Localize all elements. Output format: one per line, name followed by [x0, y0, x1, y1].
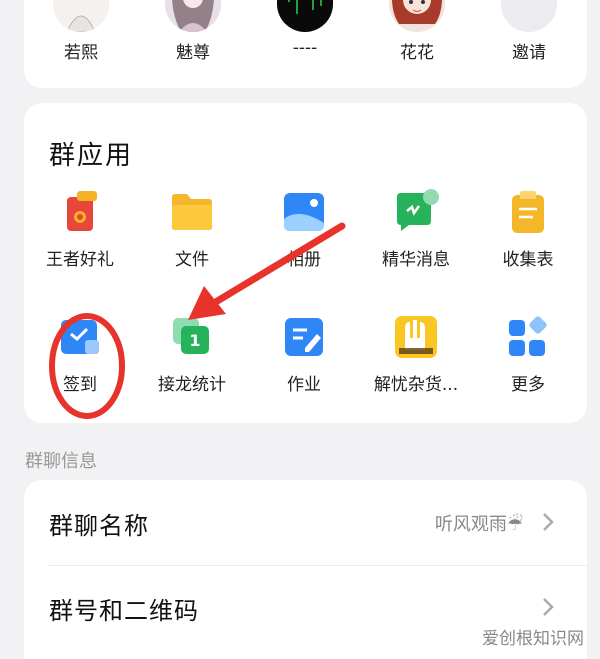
app-more[interactable]: 更多	[473, 314, 583, 414]
grocery-icon	[393, 314, 439, 360]
gift-icon	[57, 189, 103, 235]
member-item[interactable]: ----	[255, 0, 355, 68]
group-name-label: 群聊名称	[49, 512, 149, 540]
invite-button[interactable]: 邀请	[479, 0, 579, 68]
more-apps-icon	[505, 314, 551, 360]
app-label: 精华消息	[382, 250, 450, 270]
invite-label: 邀请	[512, 43, 546, 63]
group-apps-title: 群应用	[49, 141, 134, 171]
group-apps-card: 群应用 王者好礼 文件 相册 精华消息 收集表 签到 1 接龙统计 作业 解忧杂…	[24, 103, 587, 423]
group-name-row[interactable]: 群聊名称 听风观雨☔	[24, 480, 587, 565]
app-relay-count[interactable]: 1 接龙统计	[137, 314, 247, 414]
app-label: 更多	[511, 375, 545, 395]
clipboard-icon	[505, 189, 551, 235]
member-name: 花花	[400, 43, 434, 63]
photo-album-icon	[281, 189, 327, 235]
group-info-section-label: 群聊信息	[25, 451, 97, 472]
plus-icon	[501, 0, 557, 32]
chevron-right-icon	[543, 513, 554, 531]
homework-icon	[281, 314, 327, 360]
member-name: 魅尊	[176, 43, 210, 63]
app-label: 王者好礼	[46, 250, 114, 270]
group-name-value: 听风观雨☔	[434, 514, 523, 535]
member-name: 若熙	[64, 43, 98, 63]
app-collect-form[interactable]: 收集表	[473, 189, 583, 289]
essence-message-icon	[393, 189, 439, 235]
check-in-icon	[57, 314, 103, 360]
watermark: 爱创根知识网	[482, 629, 584, 649]
app-files[interactable]: 文件	[137, 189, 247, 289]
avatar-doll-icon	[389, 0, 445, 32]
app-label: 文件	[175, 250, 209, 270]
app-label: 相册	[287, 250, 321, 270]
app-label: 接龙统计	[158, 375, 226, 395]
app-homework[interactable]: 作业	[249, 314, 359, 414]
relay-count-icon: 1	[169, 314, 215, 360]
member-item[interactable]: 魅尊	[143, 0, 243, 68]
svg-text:1: 1	[189, 331, 200, 350]
app-label: 作业	[287, 375, 321, 395]
avatar-matrix-icon	[277, 0, 333, 32]
chevron-right-icon	[543, 598, 554, 616]
members-card: 若熙 魅尊 ---- 花花 邀请	[24, 0, 587, 88]
member-item[interactable]: 若熙	[31, 0, 131, 68]
folder-icon	[169, 189, 215, 235]
app-check-in[interactable]: 签到	[25, 314, 135, 414]
app-album[interactable]: 相册	[249, 189, 359, 289]
app-king-gift[interactable]: 王者好礼	[25, 189, 135, 289]
app-essence-messages[interactable]: 精华消息	[361, 189, 471, 289]
app-grocery-store[interactable]: 解忧杂货...	[361, 314, 471, 414]
app-label: 签到	[63, 375, 97, 395]
member-name: ----	[292, 38, 318, 58]
avatar-girl-icon	[53, 0, 109, 32]
group-number-qrcode-label: 群号和二维码	[49, 597, 199, 625]
app-label: 解忧杂货...	[373, 375, 459, 395]
member-item[interactable]: 花花	[367, 0, 467, 68]
app-label: 收集表	[502, 250, 554, 270]
avatar-anime-icon	[165, 0, 221, 32]
